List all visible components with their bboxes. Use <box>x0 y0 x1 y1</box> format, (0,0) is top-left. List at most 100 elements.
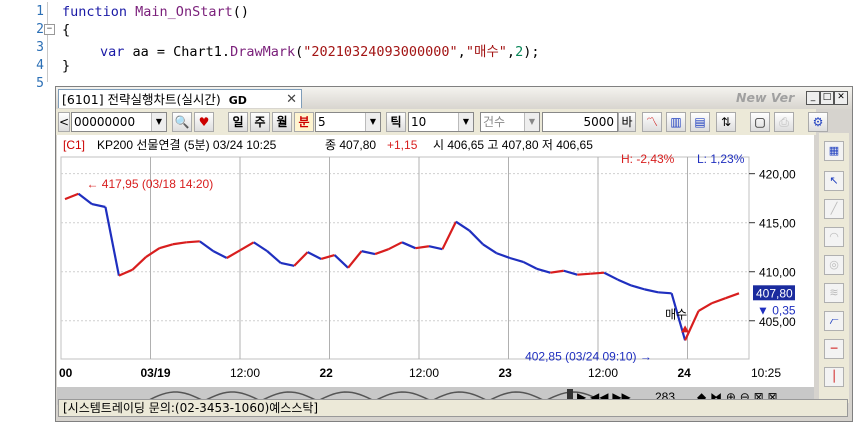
minute-value: 5 <box>318 115 326 129</box>
new-version-label[interactable]: New Ver <box>736 90 794 105</box>
price-segment <box>293 251 309 267</box>
function-name: DrawMark <box>230 44 296 60</box>
count-select[interactable]: 건수 ▼ <box>480 112 540 132</box>
fibonacci-tool-icon[interactable]: ◎ <box>824 255 844 275</box>
line-number: 3 <box>36 40 44 55</box>
price-segment <box>266 250 282 264</box>
buy-mark-label: 매수 <box>665 307 687 321</box>
line-number: 4 <box>36 58 44 73</box>
high-label: H: -2,43% <box>621 152 675 166</box>
minute-select[interactable]: 5 ▼ <box>315 112 381 132</box>
chevron-down-icon[interactable]: ▼ <box>524 113 539 131</box>
price-segment <box>644 288 659 294</box>
trendline-tool-icon[interactable]: ⦧ <box>824 311 844 331</box>
tick-button[interactable]: 틱 <box>386 112 406 132</box>
document-icon[interactable]: ▢ <box>750 112 770 132</box>
line-tool-icon[interactable]: ╱ <box>824 199 844 219</box>
tick-value: 10 <box>411 115 427 129</box>
code-line-4: } <box>62 58 71 74</box>
price-segment <box>401 241 416 250</box>
x-tick-label: 12:00 <box>588 366 618 380</box>
price-chart[interactable]: 420,00415,00410,00405,0000 03/19 12:00 22 12… <box>57 135 814 405</box>
line-number: 5 <box>36 76 44 91</box>
line-number: 1 <box>36 4 44 19</box>
period-day-button[interactable]: 일 <box>228 112 248 132</box>
tab-title: [6101] 전략실행차트(실시간) <box>62 92 221 107</box>
price-segment <box>145 247 160 258</box>
y-tick-label: 415,00 <box>759 217 796 231</box>
chart-area[interactable]: 420,00 415,00 410,00 405,00 00 03/19 12:00 22 12… <box>57 135 814 405</box>
price-segment <box>91 202 106 209</box>
x-tick-label: 22 <box>320 366 334 380</box>
number-literal: 2 <box>515 44 524 60</box>
price-segment <box>441 221 457 250</box>
close-window-button[interactable]: ✕ <box>834 91 848 105</box>
price-segment <box>630 284 645 291</box>
line-number: 2 <box>36 22 44 37</box>
price-segment <box>522 260 538 270</box>
y-tick-label: 410,00 <box>759 266 796 280</box>
drawing-toolbar: ▦ ↖ ╱ ◠ ◎ ≋ ⦧ ─ │ <box>819 133 849 403</box>
period-minute-button[interactable]: 분 <box>294 112 314 132</box>
low-label: L: 1,23% <box>697 152 745 166</box>
chevron-down-icon[interactable]: ▼ <box>365 113 380 131</box>
price-segment <box>468 229 484 246</box>
ohlc-values: 시 406,65 고 407,80 저 406,65 <box>433 138 593 152</box>
minimize-button[interactable]: _ <box>806 91 820 105</box>
price-segment <box>428 245 443 251</box>
fold-toggle-icon[interactable]: − <box>44 24 55 35</box>
close-tab-icon[interactable]: ✕ <box>286 90 297 109</box>
current-change: ▼ 0,35 <box>757 303 796 317</box>
tab-strategy-chart[interactable]: [6101] 전략실행차트(실시간) GD ✕ <box>58 89 302 108</box>
pointer-tool-icon[interactable]: ↖ <box>824 171 844 191</box>
x-tick-label: 00 <box>59 366 73 380</box>
link-icon[interactable]: GD <box>229 91 247 110</box>
x-tick-label: 03/19 <box>141 366 171 380</box>
period-month-button[interactable]: 월 <box>272 112 292 132</box>
price-segment <box>698 302 713 312</box>
hline-tool-icon[interactable]: ─ <box>824 339 844 359</box>
code-value: 00000000 <box>74 115 136 129</box>
chevron-down-icon[interactable]: ▼ <box>458 113 473 131</box>
vline-tool-icon[interactable]: │ <box>824 367 844 387</box>
trend-icon[interactable]: 〽 <box>642 112 662 132</box>
price-segment <box>603 271 619 281</box>
sort-icon[interactable]: ⇅ <box>716 112 736 132</box>
scroll-left-button[interactable]: < <box>58 112 70 132</box>
channel-tool-icon[interactable]: ≋ <box>824 283 844 303</box>
price-segment <box>361 250 376 256</box>
price-segment <box>226 249 241 259</box>
settings-icon[interactable]: ⚙ <box>808 112 828 132</box>
period-week-button[interactable]: 주 <box>250 112 270 132</box>
count-input[interactable]: 5000 <box>542 112 618 132</box>
bar-chart-icon[interactable]: ▥ <box>666 112 686 132</box>
code-token: , <box>457 44 466 60</box>
chevron-down-icon[interactable]: ▼ <box>151 113 166 131</box>
x-tick-label: 24 <box>678 366 692 380</box>
code-line-2: { <box>62 22 71 38</box>
x-tick-label: 10:25 <box>751 366 781 380</box>
price-segment <box>347 250 363 269</box>
max-annotation: ← 417,95 (03/18 14:20) <box>86 177 213 191</box>
y-tick-label: 420,00 <box>759 168 796 182</box>
current-price: 407,80 <box>756 286 793 300</box>
price-segment <box>711 297 726 305</box>
x-tick-label: 12:00 <box>230 366 260 380</box>
arc-tool-icon[interactable]: ◠ <box>824 227 844 247</box>
string-literal: "매수" <box>465 44 507 60</box>
chart-toolbar: < 00000000 ▼ 🔍 ♥ 일 주 월 분 5 ▼ 틱 10 ▼ 건수 ▼ 500… <box>56 109 828 135</box>
price-segment <box>77 192 93 205</box>
maximize-button[interactable]: □ <box>820 91 834 105</box>
search-icon[interactable]: 🔍 <box>172 112 192 132</box>
tick-select[interactable]: 10 ▼ <box>408 112 474 132</box>
volume-bars-icon[interactable]: ▤ <box>690 112 710 132</box>
code-input[interactable]: 00000000 ▼ <box>71 112 167 132</box>
unit-label: 바 <box>618 112 636 132</box>
price-segment <box>658 291 672 295</box>
print-icon[interactable]: ⎙ <box>774 112 794 132</box>
grid-tool-icon[interactable]: ▦ <box>824 141 844 161</box>
price-segment <box>550 269 564 274</box>
favorite-search-icon[interactable]: ♥ <box>194 112 214 132</box>
code-token: aa = Chart1. <box>124 44 231 60</box>
x-tick-label: 23 <box>499 366 513 380</box>
